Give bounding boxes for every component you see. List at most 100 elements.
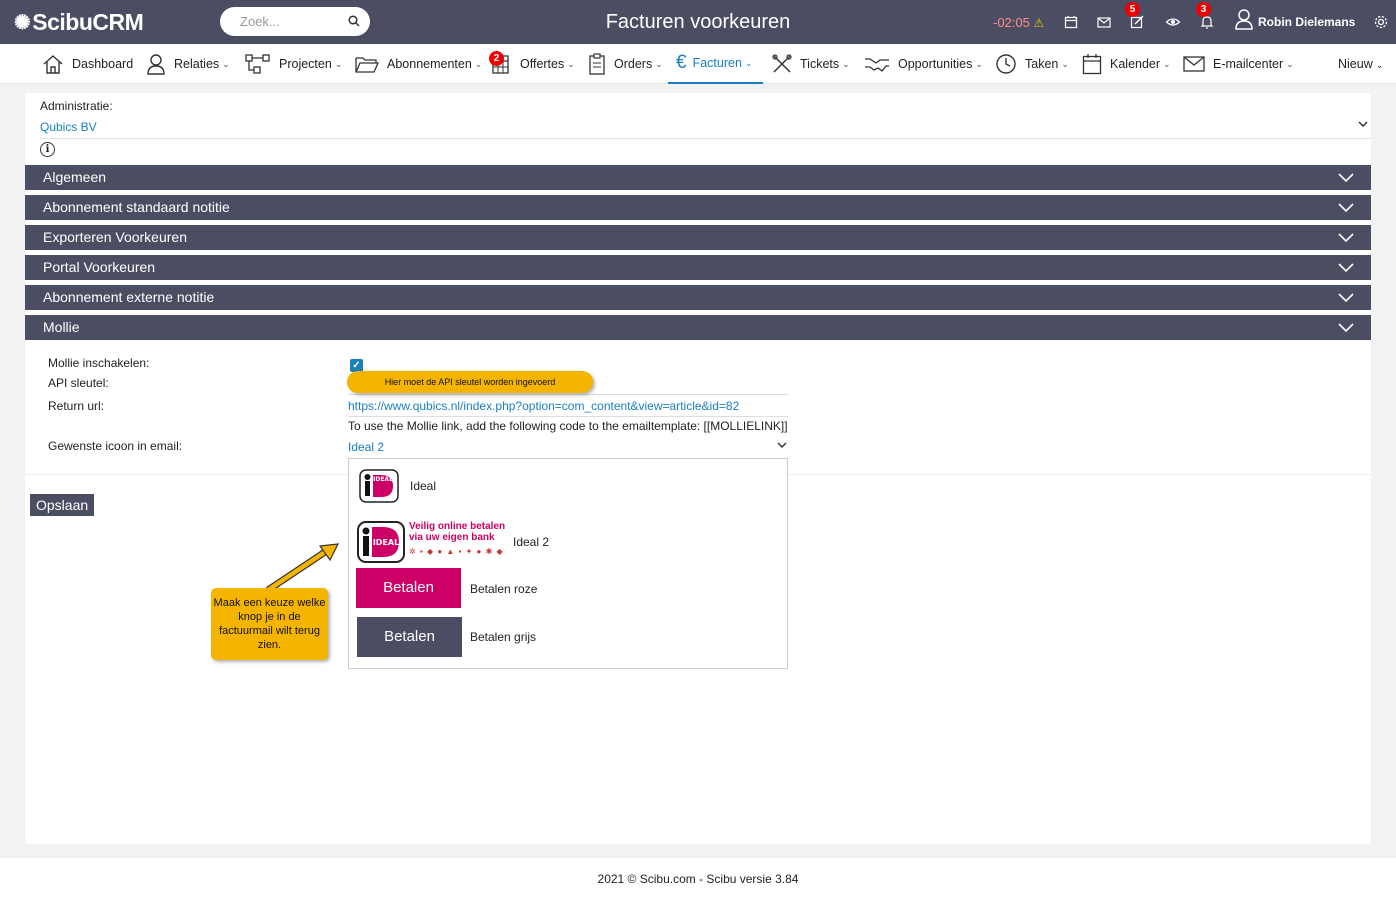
section-exporteren-voorkeuren[interactable]: Exporteren Voorkeuren (25, 225, 1371, 250)
section-title: Portal Voorkeuren (43, 259, 156, 275)
section-title: Mollie (43, 319, 80, 335)
nav-item-facturen[interactable]: € Facturen ⌄ (668, 44, 763, 84)
clock-icon (996, 54, 1016, 74)
nav-label: Opportunities (898, 57, 973, 71)
nav-label: Kalender (1110, 57, 1161, 71)
chevron-down-icon: ⌄ (655, 58, 663, 69)
administratie-label: Administratie: (40, 99, 113, 113)
tools-icon (772, 54, 792, 73)
chevron-down-icon (1338, 293, 1354, 303)
chevron-down-icon[interactable] (1357, 119, 1369, 129)
user-menu[interactable]: Robin Dielemans (1234, 8, 1355, 30)
svg-text:IDEAL: IDEAL (373, 476, 393, 483)
api-key-label: API sleutel: (48, 376, 109, 390)
section-algemeen[interactable]: Algemeen (25, 165, 1371, 190)
chevron-down-icon: ⌄ (842, 58, 850, 69)
user-name: Robin Dielemans (1258, 14, 1356, 29)
nav-item-offertes[interactable]: 2 Offertes ⌄ (488, 44, 575, 84)
section-abonnement-standaard-notitie[interactable]: Abonnement standaard notitie (25, 195, 1371, 220)
euro-icon: € (676, 52, 687, 73)
email-icon-label: Gewenste icoon in email: (48, 439, 183, 453)
divider (40, 138, 1371, 139)
nav-label: Orders (614, 57, 653, 71)
settings-gear-icon[interactable] (1373, 14, 1389, 30)
chevron-down-icon (1338, 233, 1354, 243)
option-betalen-roze[interactable]: Betalen Betalen roze (349, 568, 787, 619)
nav-label: Tickets (800, 57, 840, 71)
calendar-icon[interactable] (1063, 14, 1079, 30)
ideal-logo-icon: IDEAL (357, 521, 405, 563)
nav-label: Projecten (279, 57, 332, 71)
chevron-down-icon: ⌄ (975, 58, 983, 69)
chevron-down-icon (1338, 173, 1354, 183)
return-url-label: Return url: (48, 399, 105, 413)
arrow-icon (266, 543, 340, 593)
main-nav: Dashboard Relaties ⌄ Projecten ⌄ Abonnemen… (0, 44, 1396, 84)
option-label: Ideal 2 (513, 535, 550, 549)
section-mollie[interactable]: Mollie (25, 315, 1371, 340)
return-url-value[interactable]: https://www.qubics.nl/index.php?option=c… (348, 399, 739, 413)
section-portal-voorkeuren[interactable]: Portal Voorkeuren (25, 255, 1371, 280)
svg-text:IDEAL: IDEAL (373, 538, 399, 547)
nieuw-menu[interactable]: Nieuw ⌄ (1338, 57, 1383, 71)
option-label: Betalen roze (470, 582, 538, 596)
nav-item-orders[interactable]: Orders ⌄ (588, 44, 663, 84)
administratie-select[interactable]: Qubics BV (40, 120, 97, 134)
email-icon-select[interactable]: Ideal 2 (348, 440, 384, 454)
option-ideal-2[interactable]: IDEAL Veilig online betalen via uw eigen… (349, 511, 787, 571)
top-bar: ✺ ScibuCRM Zoek... Facturen voorkeuren -… (0, 0, 1396, 44)
api-key-tooltip: Hier moet de API sleutel worden ingevoer… (347, 371, 593, 393)
user-icon (1235, 9, 1253, 30)
folder-icon (355, 57, 379, 73)
chevron-down-icon: ⌄ (744, 57, 753, 68)
email-icon-dropdown: IDEAL Ideal IDEAL Veilig online betalen … (348, 458, 788, 669)
ideal-tagline: Veilig online betalen via uw eigen bank (409, 521, 506, 543)
clipboard-icon (589, 53, 605, 75)
bank-logos-icon: ✲ ▪ ◆ ● ▲ ▪ ✦ ● ✱ ◆ (409, 547, 504, 556)
section-title: Exporteren Voorkeuren (43, 229, 187, 245)
chevron-down-icon[interactable] (776, 440, 788, 450)
section-title: Algemeen (43, 169, 107, 185)
nav-label: Dashboard (72, 57, 134, 71)
user-icon (147, 54, 165, 75)
chevron-down-icon: ⌄ (1375, 60, 1384, 70)
nav-item-kalender[interactable]: Kalender ⌄ (1082, 44, 1171, 84)
bell-badge: 3 (1196, 2, 1211, 17)
option-label: Ideal (410, 479, 437, 493)
nav-item-abonnementen[interactable]: Abonnementen ⌄ (355, 44, 482, 84)
save-button[interactable]: Opslaan (30, 494, 95, 516)
chevron-down-icon: ⌄ (1061, 58, 1069, 69)
ideal-logo-icon: IDEAL (359, 469, 399, 503)
footer: 2021 © Scibu.com - Scibu versie 3.84 (0, 858, 1396, 900)
option-betalen-grijs[interactable]: Betalen Betalen grijs (349, 617, 787, 669)
nav-label: Abonnementen (387, 57, 472, 71)
nav-item-projecten[interactable]: Projecten ⌄ (245, 44, 342, 84)
nav-item-relaties[interactable]: Relaties ⌄ (146, 44, 230, 84)
info-icon[interactable]: i (40, 142, 55, 157)
mollie-link-note: To use the Mollie link, add the followin… (348, 419, 788, 433)
mail-icon (1183, 56, 1205, 72)
warning-icon: ⚠ (1033, 16, 1045, 30)
nav-item-tickets[interactable]: Tickets ⌄ (772, 44, 850, 84)
timer[interactable]: -02:05 ⚠ (993, 15, 1044, 30)
section-abonnement-externe-notitie[interactable]: Abonnement externe notitie (25, 285, 1371, 310)
nav-item-emailcenter[interactable]: E-mailcenter ⌄ (1183, 44, 1294, 84)
section-title: Abonnement standaard notitie (43, 199, 230, 215)
calendar-icon (1082, 54, 1102, 75)
eye-icon[interactable] (1165, 14, 1181, 30)
mail-icon[interactable] (1096, 14, 1112, 30)
chevron-down-icon: ⌄ (1286, 58, 1294, 69)
chevron-down-icon (1338, 203, 1354, 213)
section-title: Abonnement externe notitie (43, 289, 215, 305)
nav-label: Relaties (174, 57, 220, 71)
option-label: Betalen grijs (470, 630, 537, 644)
timer-value: -02:05 (993, 15, 1030, 30)
chevron-down-icon: ⌄ (474, 58, 483, 69)
content-panel: Administratie: Qubics BV i Algemeen Abon… (25, 93, 1371, 844)
nav-item-dashboard[interactable]: Dashboard (42, 44, 133, 84)
option-ideal[interactable]: IDEAL Ideal (349, 459, 787, 511)
nav-item-opportunities[interactable]: Opportunities ⌄ (864, 44, 983, 84)
home-icon (43, 55, 63, 74)
nav-item-taken[interactable]: Taken ⌄ (995, 44, 1069, 84)
keuze-tooltip: Maak een keuze welke knop je in de factu… (211, 588, 328, 660)
